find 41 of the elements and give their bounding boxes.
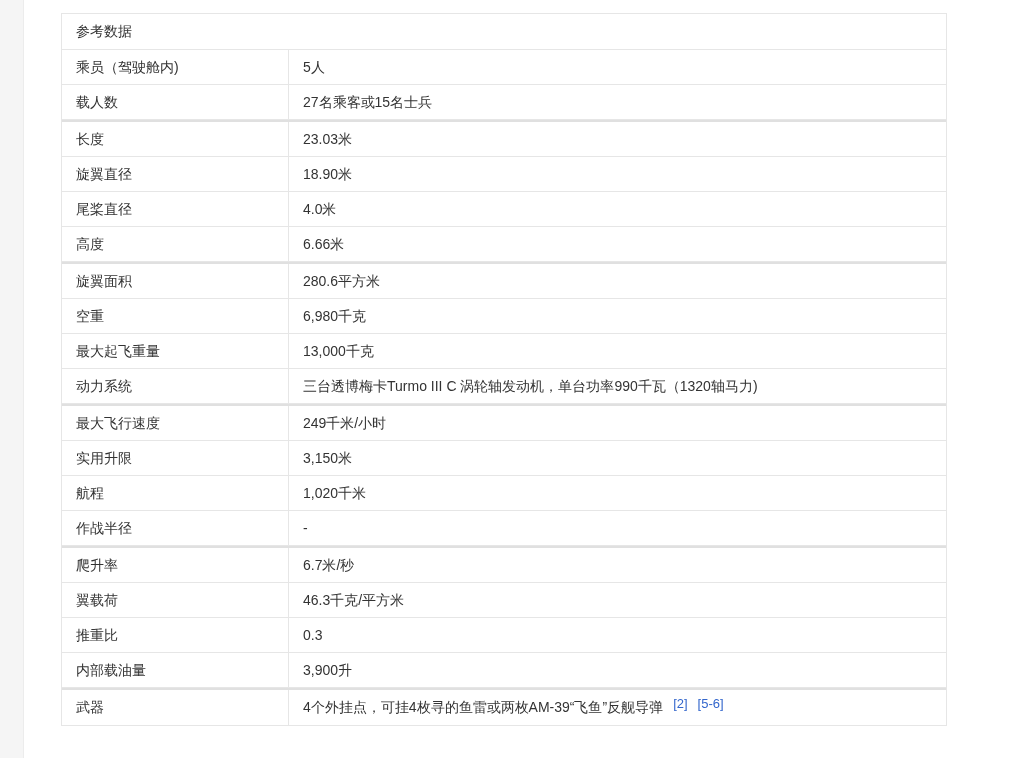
table-cell-text: 实用升限 (76, 448, 132, 468)
table-cell-text: 4.0米 (303, 199, 337, 219)
table-cell-text: - (303, 518, 308, 538)
table-cell-text: 6,980千克 (303, 306, 367, 326)
reference-link[interactable]: [5-6] (697, 693, 724, 714)
table-cell-text: 乘员（驾驶舱内) (76, 57, 179, 77)
table-cell-text: 23.03米 (303, 129, 353, 149)
table-cell-text: 爬升率 (76, 555, 118, 575)
table-cell-text: 长度 (76, 129, 104, 149)
table-cell-text: 内部载油量 (76, 660, 146, 680)
table-cell-text: 推重比 (76, 625, 118, 645)
table-cell-text: 27名乘客或15名士兵 (303, 92, 433, 112)
table-cell-text: 尾桨直径 (76, 199, 132, 219)
table-cell-text: 旋翼面积 (76, 271, 132, 291)
table-cell-text: 三台透博梅卡Turmo III C 涡轮轴发动机，单台功率990千瓦（1320轴马力) (303, 376, 758, 396)
table-cell-text: 46.3千克/平方米 (303, 590, 405, 610)
table-cell-text: 280.6平方米 (303, 271, 381, 291)
table-cell-text: 翼载荷 (76, 590, 118, 610)
table-cell-text: 航程 (76, 483, 104, 503)
table-cell-text: 0.3 (303, 625, 323, 645)
table-cell-text: 3,900升 (303, 660, 353, 680)
table-cell-text: 武器 (76, 698, 104, 717)
table-cell-text: 旋翼直径 (76, 164, 132, 184)
table-cell-text: 5人 (303, 57, 325, 77)
table-cell-text: 13,000千克 (303, 341, 374, 361)
table-cell-text: 18.90米 (303, 164, 353, 184)
table-cell-text: 4个外挂点，可挂4枚寻的鱼雷或两枚AM-39“飞鱼”反舰导弹 (303, 698, 664, 717)
table-cell-text: 空重 (76, 306, 104, 326)
table-cell-text: 作战半径 (76, 518, 132, 538)
table-cell-text: 高度 (76, 234, 104, 254)
table-cell-text: 最大起飞重量 (76, 341, 160, 361)
table-cell-text: 最大飞行速度 (76, 413, 160, 433)
table-cell-text: 249千米/小时 (303, 413, 387, 433)
table-cell-text: 1,020千米 (303, 483, 367, 503)
table-cell-text: 动力系统 (76, 376, 132, 396)
table-cell-text: 载人数 (76, 92, 118, 112)
table-cell-text: 6.7米/秒 (303, 555, 355, 575)
table-title: 参考数据 (76, 22, 132, 41)
table-cell-text: 3,150米 (303, 448, 353, 468)
table-cell-text: 6.66米 (303, 234, 345, 254)
reference-link[interactable]: [2] (673, 693, 688, 714)
